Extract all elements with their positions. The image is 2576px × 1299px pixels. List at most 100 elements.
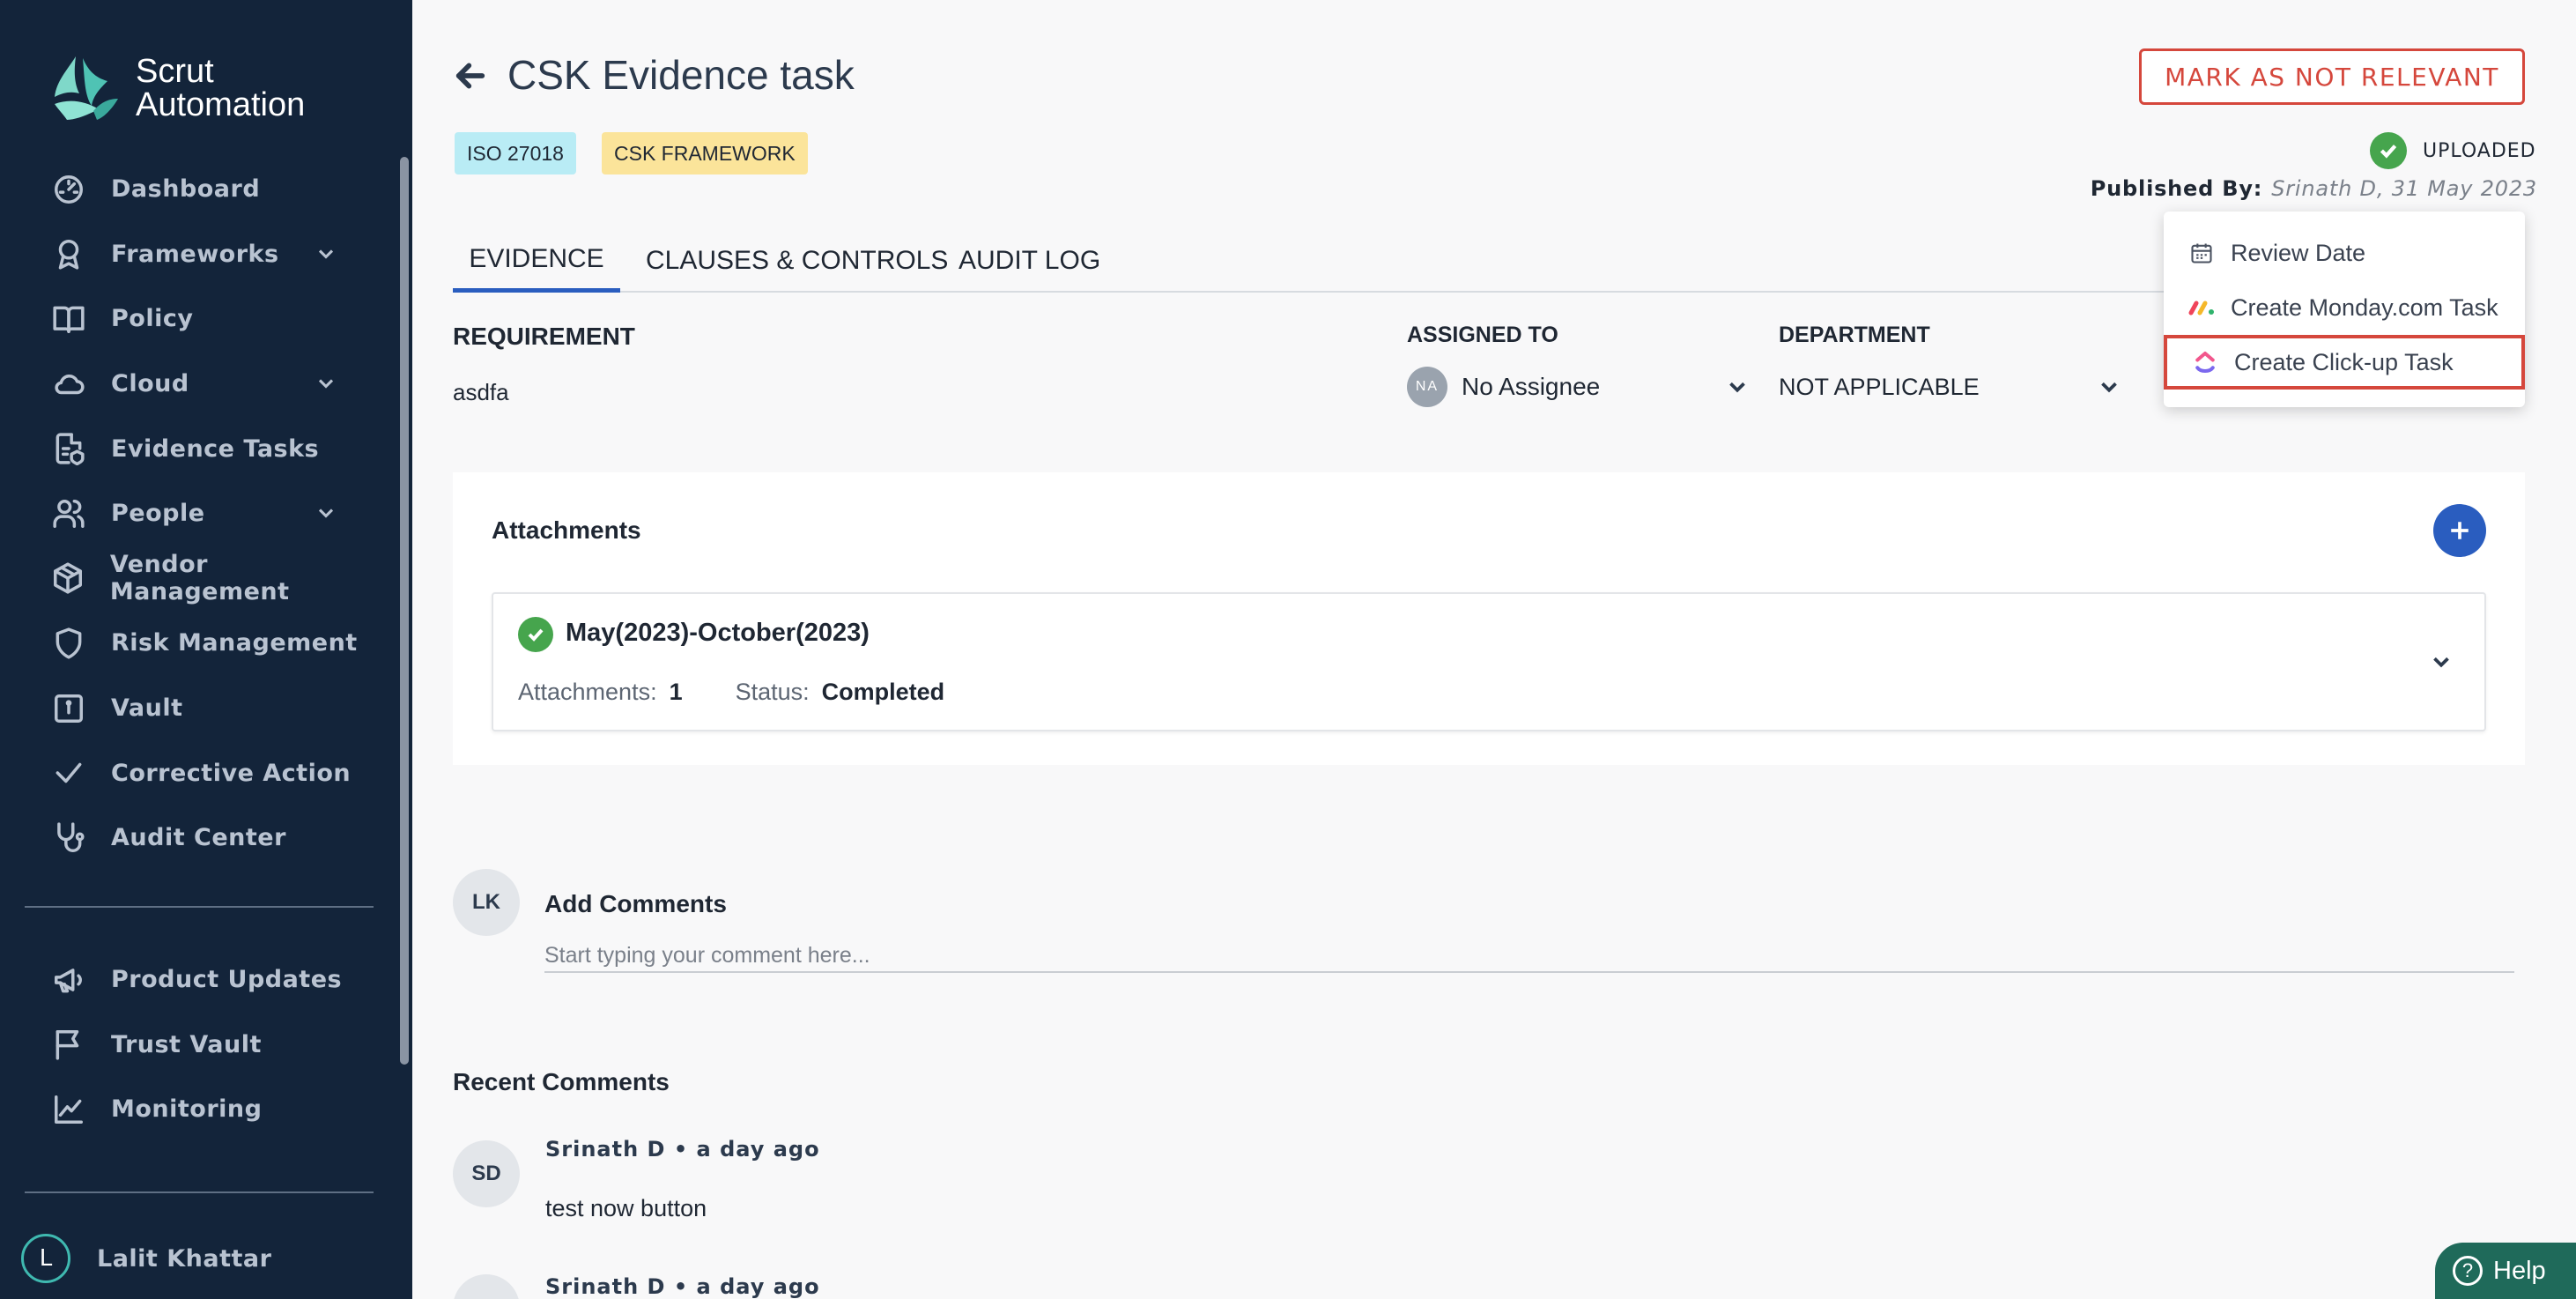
box-icon [51,560,85,596]
status-value: Completed [821,679,945,705]
sidebar-item-risk-management[interactable]: Risk Management [0,611,388,676]
chevron-down-icon [314,241,338,266]
department-label: DEPARTMENT [1779,323,1930,347]
sidebar-item-trust-vault[interactable]: Trust Vault [0,1013,388,1078]
sidebar-item-label: Risk Management [111,629,358,657]
sidebar-item-label: Dashboard [111,175,261,204]
attachment-period: May(2023)-October(2023) [566,619,870,647]
chevron-down-icon [1724,374,1751,400]
attachments-title: Attachments [492,516,641,544]
tab-audit-log[interactable]: AUDIT LOG [959,229,1100,293]
add-comments-title: Add Comments [544,890,727,917]
stethoscope-icon [51,820,86,856]
avatar: L [21,1234,70,1283]
sidebar-item-frameworks[interactable]: Frameworks [0,222,388,287]
menu-item-review-date[interactable]: Review Date [2164,226,2525,280]
sidebar-item-cloud[interactable]: Cloud [0,352,388,417]
sidebar: Scrut Automation Dashboard Frameworks Po… [0,0,412,1299]
page-title: CSK Evidence task [507,52,855,98]
document-shield-icon [51,431,86,466]
sidebar-item-corrective-action[interactable]: Corrective Action [0,740,388,805]
attachments-count-label: Attachments: [518,679,657,705]
framework-chip-csk: CSK FRAMEWORK [602,132,808,174]
comment-author: Srinath D • a day ago [545,1137,820,1162]
framework-chip-iso: ISO 27018 [455,132,576,174]
dashboard-icon [51,172,86,207]
megaphone-icon [51,962,86,998]
attachment-meta: Attachments: 1 Status: Completed [518,679,944,706]
actions-menu: Review Date Create Monday.com Task Creat… [2164,212,2525,407]
menu-item-label: Create Monday.com Task [2231,293,2498,321]
avatar: SD [453,1140,520,1207]
published-by: Published By: Srinath D, 31 May 2023 [2091,176,2537,201]
check-icon [51,755,86,791]
shield-icon [51,626,86,661]
sidebar-item-label: Product Updates [111,966,343,994]
published-value: Srinath D, 31 May 2023 [2271,176,2537,201]
tab-evidence[interactable]: EVIDENCE [453,229,620,293]
requirement-value: asdfa [453,379,509,405]
sidebar-item-label: Audit Center [111,824,286,852]
comment-text: test now button [545,1195,707,1221]
vault-icon [51,691,86,726]
sidebar-item-evidence-tasks[interactable]: Evidence Tasks [0,416,388,481]
avatar [453,1274,520,1299]
department-value: NOT APPLICABLE [1779,373,1980,400]
sidebar-scrollbar[interactable] [400,157,409,1065]
avatar: LK [453,869,520,936]
sidebar-item-label: People [111,500,205,528]
user-name: Lalit Khattar [97,1244,272,1273]
attachments-count: 1 [669,679,683,705]
sidebar-item-audit-center[interactable]: Audit Center [0,805,388,871]
sidebar-item-label: Cloud [111,370,189,398]
help-label: Help [2493,1256,2546,1285]
clickup-icon [2192,349,2218,375]
sidebar-divider [25,1191,374,1193]
help-button[interactable]: ? Help [2435,1243,2576,1299]
user-profile[interactable]: L Lalit Khattar [21,1234,271,1283]
sidebar-item-monitoring[interactable]: Monitoring [0,1077,388,1142]
question-icon: ? [2453,1256,2483,1286]
menu-item-create-monday-task[interactable]: Create Monday.com Task [2164,280,2525,335]
award-icon [51,236,86,271]
chevron-down-icon[interactable] [2428,649,2454,675]
add-attachment-button[interactable] [2433,504,2486,557]
recent-comments-title: Recent Comments [453,1068,670,1095]
sidebar-item-label: Evidence Tasks [111,434,320,463]
requirement-label: REQUIREMENT [453,323,635,350]
sidebar-item-vendor-management[interactable]: Vendor Management [0,546,388,612]
department-dropdown[interactable]: NOT APPLICABLE [1779,365,2128,409]
calendar-icon [2188,240,2215,266]
sidebar-item-label: Policy [111,305,194,333]
assignee-dropdown[interactable]: NA No Assignee [1407,365,1754,409]
sidebar-secondary-nav: Product Updates Trust Vault Monitoring [0,947,388,1142]
check-circle-icon [2370,132,2407,169]
mark-not-relevant-button[interactable]: MARK AS NOT RELEVANT [2139,48,2525,105]
menu-item-create-clickup-task[interactable]: Create Click-up Task [2164,335,2525,390]
comment-input[interactable] [544,939,2514,973]
check-circle-icon [518,617,553,652]
logo-line1: Scrut [136,53,214,90]
back-arrow-icon[interactable] [453,58,488,93]
menu-item-label: Review Date [2231,239,2366,266]
avatar: NA [1407,367,1447,407]
scrut-logo[interactable]: Scrut Automation [49,53,305,123]
sidebar-item-vault[interactable]: Vault [0,676,388,741]
status-badge: UPLOADED [2370,132,2536,169]
menu-item-label: Create Click-up Task [2234,348,2454,375]
sidebar-item-people[interactable]: People [0,481,388,546]
sidebar-item-product-updates[interactable]: Product Updates [0,947,388,1013]
sidebar-item-label: Vendor Management [109,551,290,606]
tab-clauses-controls[interactable]: CLAUSES & CONTROLS [646,229,948,293]
chevron-down-icon [314,371,338,396]
sidebar-item-label: Trust Vault [111,1030,262,1058]
flag-icon [51,1027,86,1062]
attachments-card: Attachments May(2023)-October(2023) Atta… [453,472,2525,765]
assigned-to-label: ASSIGNED TO [1407,323,1558,347]
sidebar-item-policy[interactable]: Policy [0,286,388,352]
published-label: Published By: [2090,176,2263,201]
chevron-down-icon [2096,374,2122,400]
sidebar-item-dashboard[interactable]: Dashboard [0,157,388,222]
attachment-row[interactable]: May(2023)-October(2023) Attachments: 1 S… [492,592,2486,731]
assignee-value: No Assignee [1462,373,1601,400]
